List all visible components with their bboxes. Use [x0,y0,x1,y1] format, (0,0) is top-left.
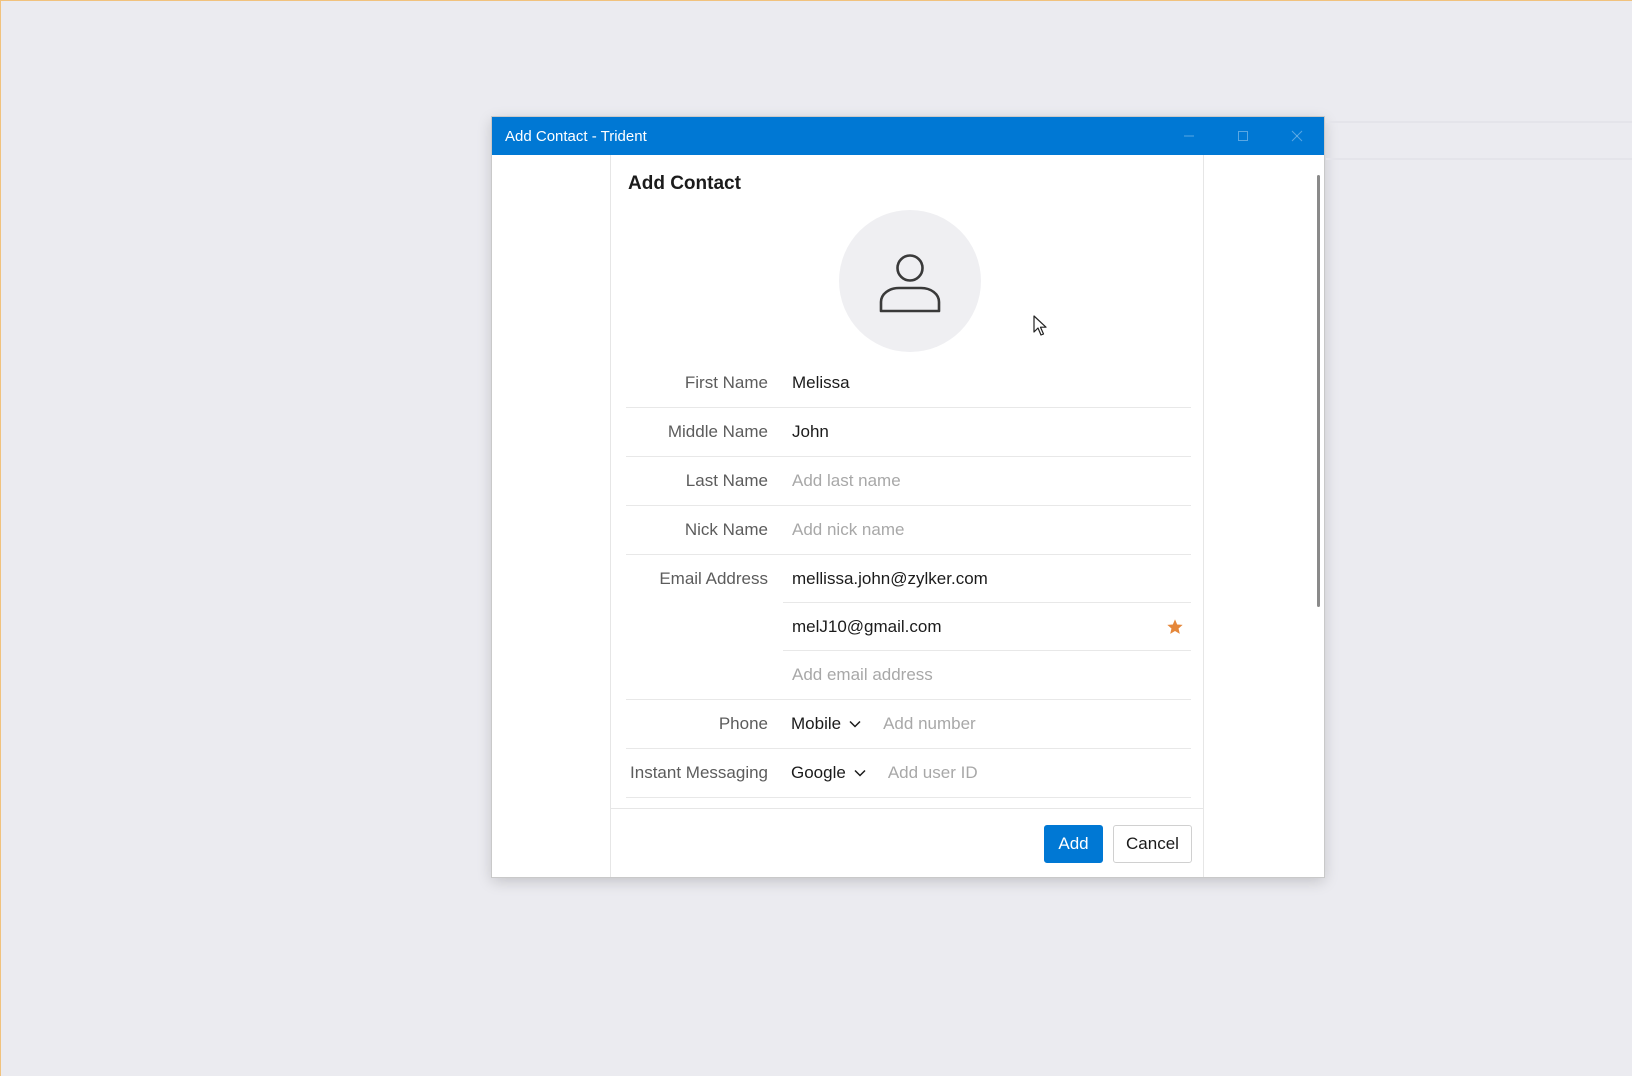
phone-row: Phone Mobile [626,700,1191,749]
dialog-footer: Add Cancel [611,808,1203,878]
window-title: Add Contact - Trident [505,127,647,145]
person-icon [879,254,941,313]
phone-number-input[interactable] [861,714,1191,734]
middle-name-label: Middle Name [667,422,768,441]
close-icon [1291,130,1303,142]
last-name-label: Last Name [685,471,768,490]
add-email-input[interactable] [783,664,1191,685]
maximize-button[interactable] [1216,117,1270,155]
contact-panel: Add Contact First Name Middle Name [610,155,1204,877]
minimize-icon [1184,135,1194,137]
email-field-secondary[interactable] [783,616,1161,637]
phone-type-select[interactable]: Mobile [783,714,861,734]
nick-name-label: Nick Name [684,520,768,539]
email-row: Email Address [626,555,1191,700]
chevron-down-icon [849,720,861,728]
email-entry [783,555,1191,603]
email-entry [783,603,1191,651]
first-name-label: First Name [684,373,768,392]
title-bar[interactable]: Add Contact - Trident [492,117,1324,155]
favorite-email-star[interactable] [1161,618,1189,636]
im-service-value: Google [791,763,846,782]
middle-name-input[interactable] [783,422,1191,442]
minimize-button[interactable] [1162,117,1216,155]
email-field-primary[interactable] [783,568,1191,589]
im-service-select[interactable]: Google [783,763,866,783]
last-name-input[interactable] [783,471,1191,491]
star-icon [1167,618,1183,634]
window-controls [1162,117,1324,155]
window-content: Add Contact First Name Middle Name [492,155,1324,877]
background-divider [1326,121,1632,123]
phone-label: Phone [718,714,768,733]
email-add-entry [783,651,1191,698]
middle-name-row: Middle Name [626,408,1191,457]
background-divider [1326,158,1632,160]
nick-name-row: Nick Name [626,506,1191,555]
maximize-icon [1238,131,1248,141]
phone-type-value: Mobile [791,714,842,733]
mouse-cursor-icon [1033,315,1047,336]
page-title: Add Contact [628,173,741,194]
nick-name-input[interactable] [783,520,1191,540]
im-label: Instant Messaging [630,763,768,782]
cancel-button[interactable]: Cancel [1113,825,1192,863]
first-name-input[interactable] [783,373,1191,393]
add-button[interactable]: Add [1044,825,1103,863]
first-name-row: First Name [626,359,1191,408]
avatar[interactable] [839,210,981,352]
email-label: Email Address [659,569,768,588]
im-user-id-input[interactable] [865,763,1191,783]
close-button[interactable] [1270,117,1324,155]
last-name-row: Last Name [626,457,1191,506]
contact-form: First Name Middle Name Last Name [626,359,1191,798]
chevron-down-icon [854,769,866,777]
add-contact-window: Add Contact - Trident Add Contact First … [492,117,1324,877]
im-row: Instant Messaging Google [626,749,1191,798]
scrollbar[interactable] [1317,175,1320,607]
